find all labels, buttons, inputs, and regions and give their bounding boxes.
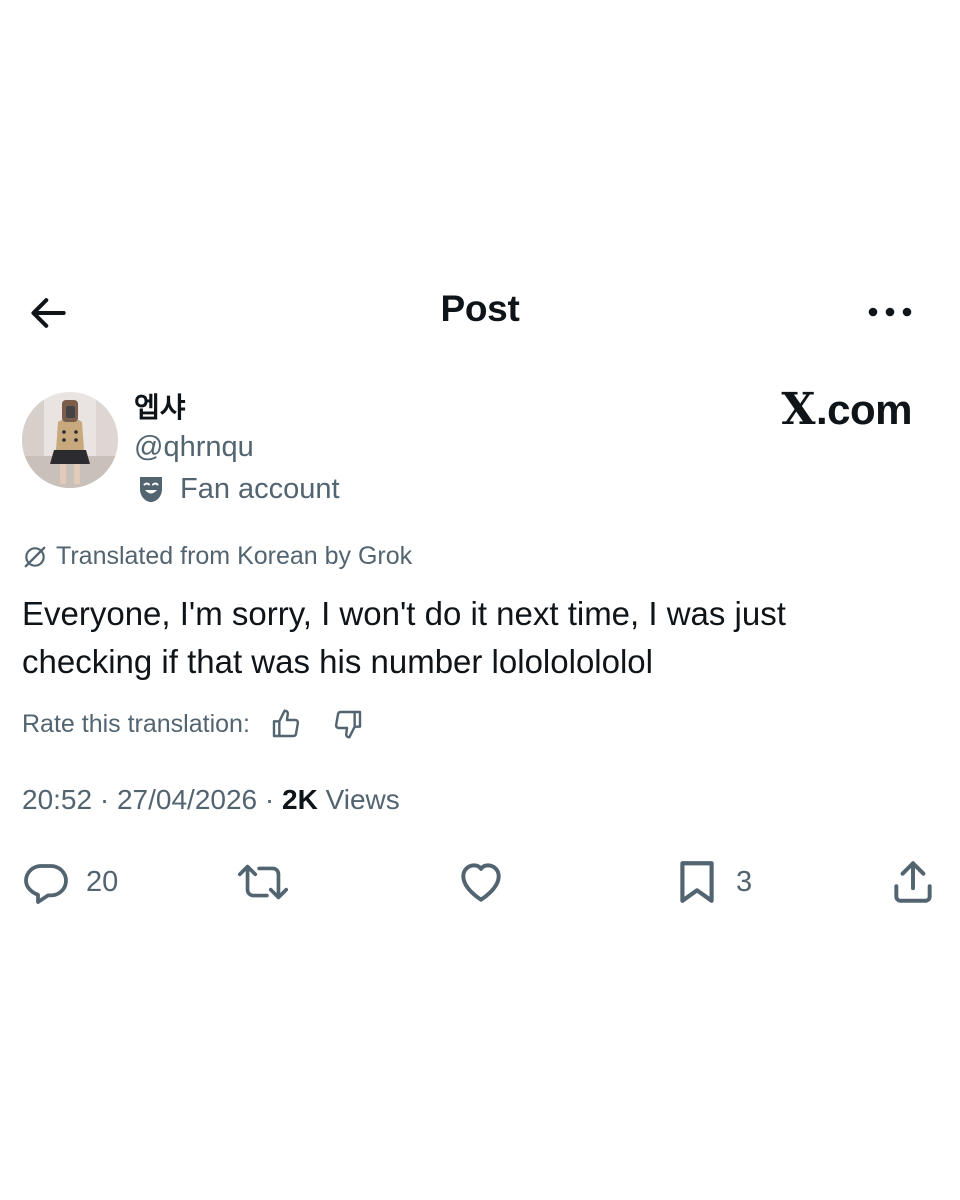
thumbs-up-button[interactable] <box>266 704 306 744</box>
meta-separator: · <box>92 784 117 815</box>
thumbs-up-icon <box>270 708 302 740</box>
theater-mask-icon <box>134 472 168 506</box>
post-date[interactable]: 27/04/2026 <box>117 784 257 816</box>
views-label: Views <box>317 784 400 815</box>
post-time[interactable]: 20:52 <box>22 784 92 816</box>
reply-count: 20 <box>86 865 119 898</box>
avatar[interactable] <box>22 392 118 488</box>
thumbs-down-icon <box>332 708 364 740</box>
post-text: Everyone, I'm sorry, I won't do it next … <box>22 595 786 680</box>
heart-icon <box>456 857 506 907</box>
repost-button[interactable] <box>234 852 292 912</box>
bookmark-count: 3 <box>736 865 753 898</box>
affiliation-label: Fan account <box>180 472 340 505</box>
translation-notice: Translated from Korean by Grok <box>22 542 412 571</box>
page-title: Post <box>440 288 520 329</box>
brand-logo: X .com <box>781 384 912 435</box>
grok-icon <box>22 544 48 570</box>
x-logo: X <box>781 384 815 435</box>
user-handle[interactable]: @qhrnqu <box>134 431 254 464</box>
action-bar: 20 3 <box>0 852 960 912</box>
post-page: Post 엡샤 @qhrnqu Fan account X .com Trans… <box>0 0 960 1200</box>
more-options-button[interactable] <box>862 292 918 332</box>
repost-icon <box>234 858 292 906</box>
reply-button[interactable]: 20 <box>22 852 118 912</box>
translation-notice-text: Translated from Korean by Grok <box>56 542 413 570</box>
views-count: 2K <box>282 784 318 815</box>
bookmark-icon <box>674 857 720 907</box>
reply-icon <box>22 858 70 906</box>
post-metadata: 20:52 · 27/04/2026 · 2K Views <box>22 784 400 816</box>
bookmark-button[interactable]: 3 <box>674 852 752 912</box>
rate-translation-label: Rate this translation: <box>22 709 250 738</box>
like-button[interactable] <box>456 852 506 912</box>
display-name[interactable]: 엡샤 <box>134 386 186 426</box>
top-bar: Post <box>0 280 960 344</box>
brand-domain: .com <box>815 386 913 433</box>
meta-separator: · <box>257 784 282 815</box>
affiliation-badge: Fan account <box>134 472 340 506</box>
share-button[interactable] <box>888 852 938 912</box>
more-horizontal-icon <box>865 305 915 319</box>
share-icon <box>888 857 938 907</box>
rate-translation: Rate this translation: <box>22 704 390 744</box>
thumbs-down-button[interactable] <box>328 704 368 744</box>
